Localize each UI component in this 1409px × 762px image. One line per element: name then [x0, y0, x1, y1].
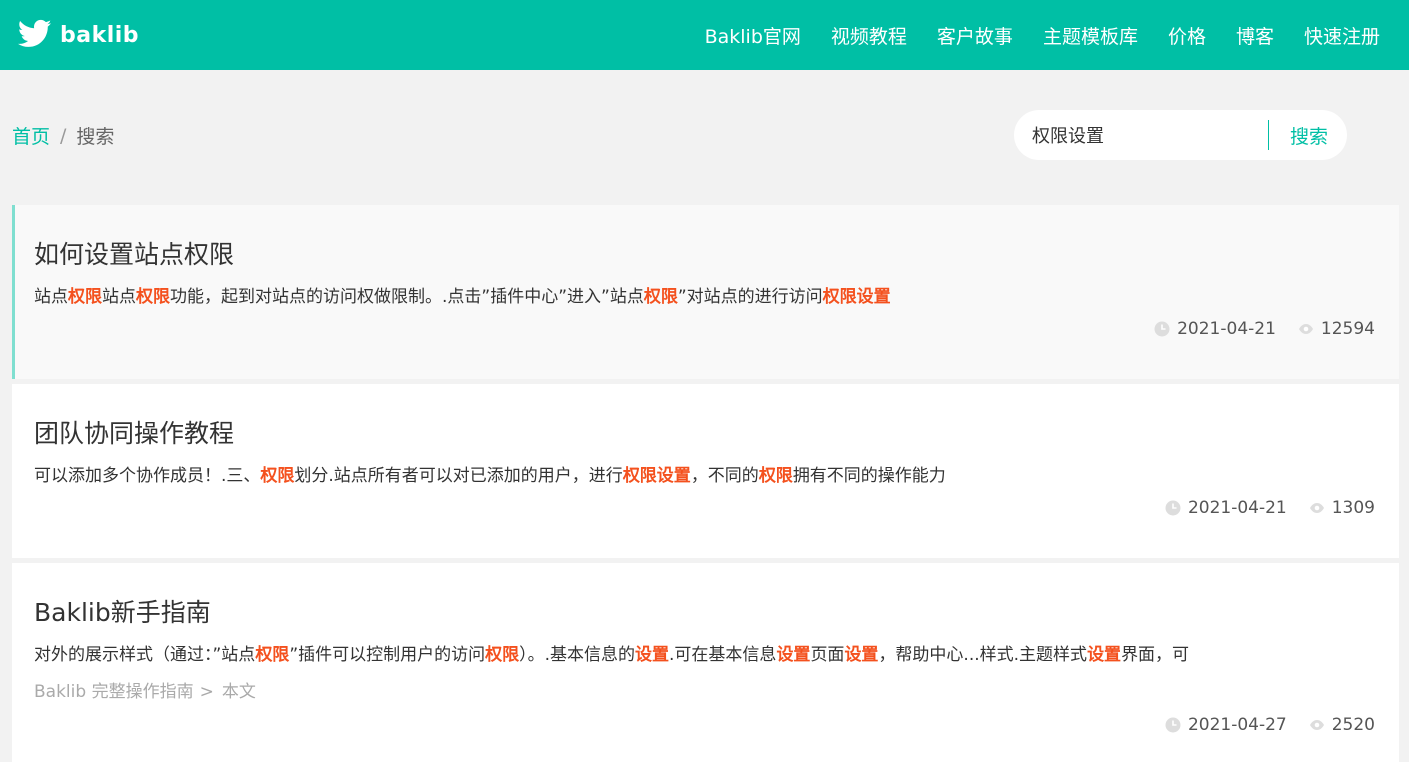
- keyword-highlight: 权限设置: [822, 287, 891, 307]
- search-box: 搜索: [1014, 110, 1347, 160]
- snippet-text: 划分.站点所有者可以对已添加的用户，进行: [294, 466, 623, 486]
- keyword-highlight: 设置: [635, 645, 670, 665]
- keyword-highlight: 设置: [844, 645, 879, 665]
- snippet-text: 功能，起到对站点的访问权做限制。.点击”插件中心”进入”站点: [170, 287, 644, 307]
- result-title[interactable]: 团队协同操作教程: [34, 414, 234, 450]
- result-views: 1309: [1309, 498, 1375, 518]
- snippet-text: 站点: [34, 287, 68, 307]
- keyword-highlight: 权限: [260, 466, 295, 486]
- search-divider: [1268, 120, 1269, 150]
- eye-icon: [1309, 502, 1325, 514]
- search-input[interactable]: [1030, 123, 1264, 147]
- keyword-highlight: 设置: [1087, 645, 1122, 665]
- result-title[interactable]: 如何设置站点权限: [34, 235, 234, 271]
- breadcrumb-current: 搜索: [76, 126, 115, 148]
- main-nav: Baklib官网 视频教程 客户故事 主题模板库 价格 博客 快速注册: [675, 0, 1380, 70]
- keyword-highlight: 权限: [68, 287, 102, 307]
- result-views: 2520: [1309, 715, 1375, 735]
- keyword-highlight: 权限: [485, 645, 520, 665]
- snippet-text: 站点: [102, 287, 136, 307]
- result-snippet: 站点权限站点权限功能，起到对站点的访问权做限制。.点击”插件中心”进入”站点权限…: [34, 282, 1373, 307]
- nav-video-tutorials[interactable]: 视频教程: [831, 22, 907, 49]
- snippet-text: .可在基本信息: [669, 645, 777, 665]
- nav-blog[interactable]: 博客: [1236, 22, 1274, 49]
- eye-icon: [1309, 719, 1325, 731]
- clock-icon: [1165, 717, 1181, 733]
- result-path-separator: >: [199, 682, 214, 702]
- keyword-highlight: 权限: [136, 287, 170, 307]
- result-meta: 2021-04-21 12594: [1154, 319, 1375, 339]
- nav-quick-register[interactable]: 快速注册: [1304, 22, 1380, 49]
- keyword-highlight: 权限: [643, 287, 678, 307]
- result-view-count: 12594: [1320, 319, 1375, 339]
- result-path-current: 本文: [221, 682, 256, 702]
- snippet-text: ”插件可以控制用户的访问: [289, 645, 486, 665]
- result-view-count: 2520: [1331, 715, 1375, 735]
- breadcrumb-separator: /: [60, 124, 67, 147]
- result-date: 2021-04-21: [1187, 498, 1287, 518]
- keyword-highlight: 权限: [255, 645, 290, 665]
- snippet-text: ”对站点的进行访问: [677, 287, 823, 307]
- snippet-text: 界面，可: [1121, 645, 1190, 665]
- result-path: Baklib 完整操作指南 > 本文: [34, 677, 256, 702]
- keyword-highlight: 权限: [758, 466, 793, 486]
- search-button[interactable]: 搜索: [1290, 122, 1328, 149]
- search-result[interactable]: Baklib新手指南 对外的展示样式（通过：”站点权限”插件可以控制用户的访问权…: [12, 563, 1399, 762]
- result-title[interactable]: Baklib新手指南: [34, 593, 211, 629]
- snippet-text: 可以添加多个协作成员！.三、: [34, 466, 261, 486]
- result-date: 2021-04-27: [1187, 715, 1287, 735]
- search-result[interactable]: 团队协同操作教程 可以添加多个协作成员！.三、权限划分.站点所有者可以对已添加的…: [12, 384, 1399, 558]
- eye-icon: [1298, 323, 1314, 335]
- result-date: 2021-04-21: [1177, 319, 1276, 339]
- result-snippet: 可以添加多个协作成员！.三、权限划分.站点所有者可以对已添加的用户，进行权限设置…: [34, 461, 1373, 486]
- keyword-highlight: 设置: [776, 645, 811, 665]
- snippet-text: 拥有不同的操作能力: [792, 466, 946, 486]
- snippet-text: 页面: [810, 645, 845, 665]
- snippet-text: 对外的展示样式（通过：”站点: [34, 645, 256, 665]
- nav-pricing[interactable]: 价格: [1168, 22, 1206, 49]
- result-meta: 2021-04-21 1309: [1165, 498, 1375, 518]
- breadcrumb-home[interactable]: 首页: [12, 122, 50, 149]
- snippet-text: ，帮助中心...样式.主题样式: [878, 645, 1088, 665]
- search-result[interactable]: 如何设置站点权限 站点权限站点权限功能，起到对站点的访问权做限制。.点击”插件中…: [12, 205, 1399, 379]
- breadcrumb: 首页 / 搜索: [12, 122, 114, 149]
- snippet-text: ）。.基本信息的: [519, 645, 636, 665]
- clock-icon: [1154, 321, 1170, 337]
- logo-text: baklib: [60, 22, 140, 48]
- snippet-text: ，不同的: [690, 466, 759, 486]
- result-views: 12594: [1298, 319, 1375, 339]
- nav-theme-templates[interactable]: 主题模板库: [1043, 22, 1138, 49]
- logo[interactable]: baklib: [18, 17, 139, 53]
- result-view-count: 1309: [1331, 498, 1375, 518]
- top-navbar: baklib Baklib官网 视频教程 客户故事 主题模板库 价格 博客 快速…: [0, 0, 1409, 70]
- result-snippet: 对外的展示样式（通过：”站点权限”插件可以控制用户的访问权限）。.基本信息的设置…: [34, 640, 1373, 665]
- nav-official-site[interactable]: Baklib官网: [705, 22, 801, 49]
- bird-icon: [18, 19, 52, 51]
- result-path-parent[interactable]: Baklib 完整操作指南: [34, 682, 194, 702]
- nav-customer-stories[interactable]: 客户故事: [937, 22, 1013, 49]
- clock-icon: [1165, 500, 1181, 516]
- keyword-highlight: 权限设置: [622, 466, 691, 486]
- result-meta: 2021-04-27 2520: [1165, 715, 1375, 735]
